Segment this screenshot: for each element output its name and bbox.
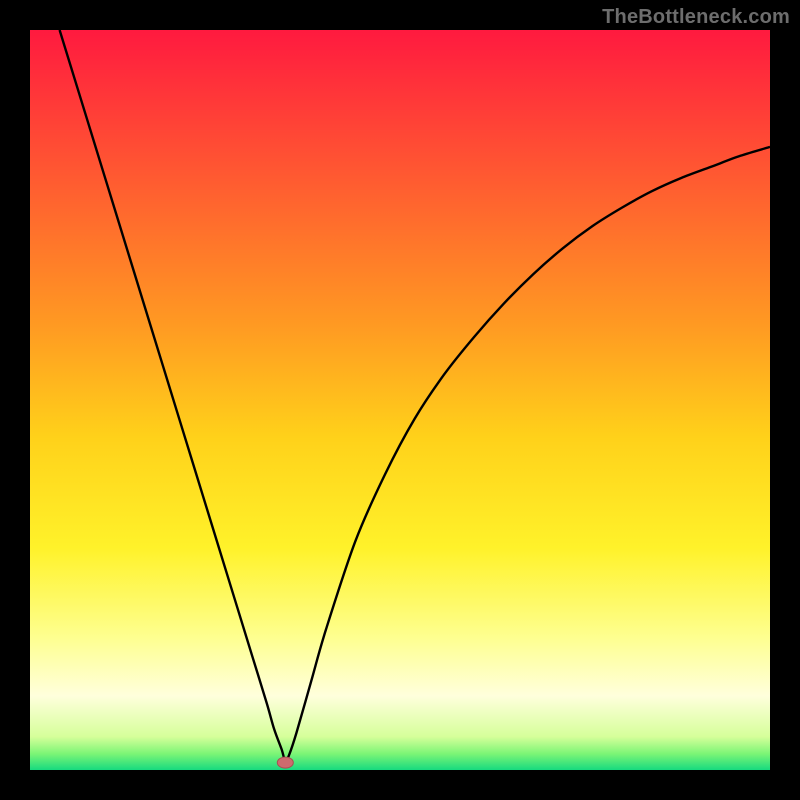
chart-background <box>30 30 770 770</box>
watermark-text: TheBottleneck.com <box>602 6 790 29</box>
outer-frame: TheBottleneck.com <box>0 0 800 800</box>
minimum-marker <box>277 757 293 768</box>
chart-svg <box>30 30 770 770</box>
chart-plot-area <box>30 30 770 770</box>
